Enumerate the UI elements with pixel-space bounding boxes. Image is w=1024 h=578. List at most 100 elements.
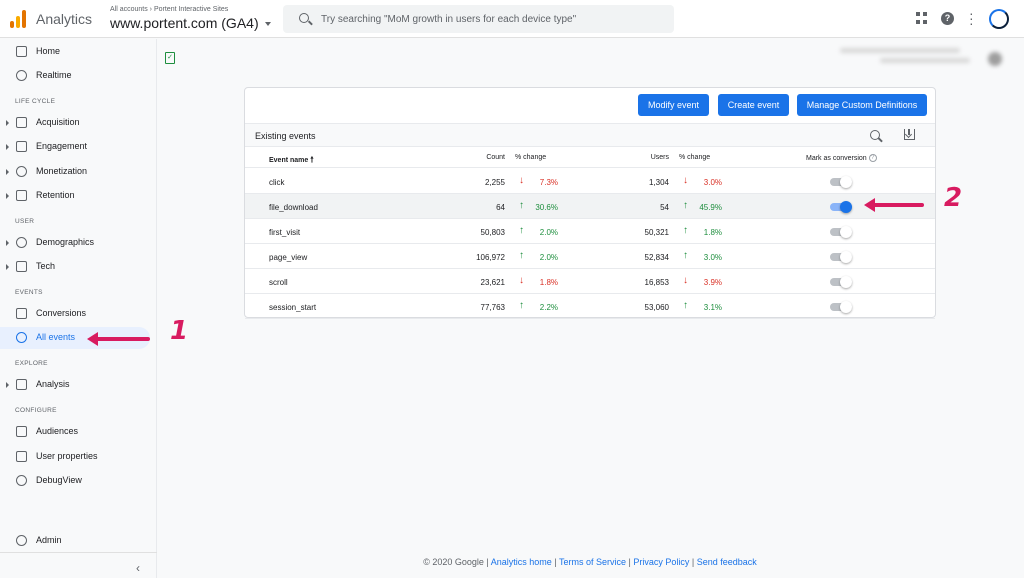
search-input[interactable] <box>321 9 661 29</box>
expand-arrow-icon[interactable] <box>6 120 9 126</box>
expand-arrow-icon[interactable] <box>6 144 9 150</box>
table-row[interactable]: page_view 106,972 ↑ 2.0% 52,834 ↑ 3.0% <box>245 244 935 269</box>
event-name[interactable]: session_start <box>269 303 316 312</box>
dollar-icon <box>16 166 27 177</box>
manage-custom-definitions-button[interactable]: Manage Custom Definitions <box>797 94 927 116</box>
mark-as-conversion-toggle[interactable] <box>830 176 852 188</box>
mark-as-conversion-toggle[interactable] <box>830 276 852 288</box>
event-name[interactable]: scroll <box>269 278 288 287</box>
search-icon <box>299 13 309 23</box>
user-icon <box>16 451 27 462</box>
sidebar-item-home[interactable]: Home <box>0 41 150 63</box>
event-count: 106,972 <box>476 253 505 262</box>
footer-link-feedback[interactable]: Send feedback <box>697 557 757 567</box>
column-users-change[interactable]: % change <box>679 154 710 161</box>
sidebar-item-conversions[interactable]: Conversions <box>0 303 150 325</box>
sidebar-item-realtime[interactable]: Realtime <box>0 65 150 87</box>
table-row[interactable]: file_download 64 ↑ 30.6% 54 ↑ 45.9% <box>245 194 935 219</box>
footer-copyright: © 2020 Google <box>423 557 484 567</box>
sidebar-item-user-properties[interactable]: User properties <box>0 446 150 468</box>
caret-down-icon[interactable] <box>265 22 271 26</box>
touch-icon <box>16 332 27 343</box>
event-users: 52,834 <box>644 253 669 262</box>
existing-events-title: Existing events <box>255 131 316 141</box>
users-change: 45.9% <box>699 203 722 212</box>
download-icon[interactable] <box>904 129 915 140</box>
sidebar-item-demographics[interactable]: Demographics <box>0 232 150 254</box>
sort-arrow-up-icon[interactable]: 🠕 <box>310 155 313 164</box>
event-name[interactable]: first_visit <box>269 228 300 237</box>
sidebar-item-acquisition[interactable]: Acquisition <box>0 112 150 134</box>
devices-icon <box>16 261 27 272</box>
sidebar-item-debugview[interactable]: DebugView <box>0 470 150 492</box>
sidebar-item-monetization[interactable]: Monetization <box>0 161 150 183</box>
search-icon[interactable] <box>870 130 880 140</box>
sidebar-item-analysis[interactable]: Analysis <box>0 374 150 396</box>
sidebar-item-label: Realtime <box>36 70 72 80</box>
sidebar-item-admin[interactable]: Admin <box>0 530 150 552</box>
more-vert-icon[interactable]: · · · <box>969 6 974 30</box>
expand-arrow-icon[interactable] <box>6 193 9 199</box>
mark-as-conversion-toggle[interactable] <box>830 226 852 238</box>
sidebar-item-label: Home <box>36 46 61 56</box>
sidebar-item-tech[interactable]: Tech <box>0 256 150 278</box>
footer-link-terms[interactable]: Terms of Service <box>559 557 626 567</box>
apps-grid-icon[interactable] <box>916 12 928 24</box>
table-row[interactable]: scroll 23,621 ↓ 1.8% 16,853 ↓ 3.9% <box>245 269 935 294</box>
arrow-up-icon: ↑ <box>683 250 688 261</box>
sidebar-item-label: Admin <box>36 535 62 545</box>
expand-arrow-icon[interactable] <box>6 264 9 270</box>
mark-as-conversion-toggle[interactable] <box>830 201 852 213</box>
sidebar-item-label: Acquisition <box>36 117 80 127</box>
column-count-change[interactable]: % change <box>515 154 546 161</box>
column-event-name[interactable]: Event name 🠕 <box>269 154 314 168</box>
event-count: 50,803 <box>480 228 505 237</box>
users-change: 3.1% <box>703 303 722 312</box>
search-bar[interactable] <box>283 5 674 33</box>
footer-link-privacy[interactable]: Privacy Policy <box>633 557 689 567</box>
globe-icon <box>16 237 27 248</box>
expand-arrow-icon[interactable] <box>6 382 9 388</box>
table-row[interactable]: click 2,255 ↓ 7.3% 1,304 ↓ 3.0% <box>245 169 935 194</box>
gear-icon <box>16 535 27 546</box>
event-users: 54 <box>660 203 669 212</box>
count-change: 2.0% <box>539 253 558 262</box>
table-row[interactable]: session_start 77,763 ↑ 2.2% 53,060 ↑ 3.1% <box>245 294 935 319</box>
column-label: Mark as conversion <box>806 154 867 162</box>
analytics-logo-icon[interactable] <box>10 10 26 28</box>
flag-icon <box>16 308 27 319</box>
property-selector[interactable]: www.portent.com (GA4) <box>110 15 259 31</box>
users-change: 3.0% <box>703 178 722 187</box>
modify-event-button[interactable]: Modify event <box>638 94 709 116</box>
column-count[interactable]: Count <box>486 154 505 161</box>
sidebar-item-engagement[interactable]: Engagement <box>0 136 150 158</box>
arrow-down-icon: ↓ <box>683 175 688 186</box>
tag-icon <box>16 141 27 152</box>
event-name[interactable]: file_download <box>269 203 318 212</box>
breadcrumb[interactable]: All accounts › Portent Interactive Sites <box>110 6 228 13</box>
event-name[interactable]: page_view <box>269 253 307 262</box>
info-icon[interactable]: ? <box>868 154 877 162</box>
account-avatar-icon[interactable] <box>989 9 1009 29</box>
expand-arrow-icon[interactable] <box>6 169 9 175</box>
help-icon[interactable]: ? <box>941 12 954 25</box>
annotation-arrow-1 <box>87 332 150 346</box>
section-explore: EXPLORE <box>15 360 48 367</box>
saved-check-icon[interactable]: ✓ <box>165 52 175 64</box>
event-count: 2,255 <box>484 178 505 187</box>
arrow-up-icon: ↑ <box>683 225 688 236</box>
event-name[interactable]: click <box>269 178 285 187</box>
mark-as-conversion-toggle[interactable] <box>830 251 852 263</box>
expand-arrow-icon[interactable] <box>6 240 9 246</box>
footer: © 2020 Google | Analytics home | Terms o… <box>423 557 757 567</box>
sidebar: Home Realtime LIFE CYCLE Acquisition Eng… <box>0 39 157 578</box>
sidebar-item-label: Tech <box>36 261 56 271</box>
create-event-button[interactable]: Create event <box>718 94 789 116</box>
mark-as-conversion-toggle[interactable] <box>830 301 852 313</box>
section-configure: CONFIGURE <box>15 407 57 414</box>
sidebar-item-retention[interactable]: Retention <box>0 185 150 207</box>
sidebar-item-audiences[interactable]: Audiences <box>0 421 150 443</box>
column-users[interactable]: Users <box>651 154 669 161</box>
footer-link-analytics-home[interactable]: Analytics home <box>491 557 552 567</box>
table-row[interactable]: first_visit 50,803 ↑ 2.0% 50,321 ↑ 1.8% <box>245 219 935 244</box>
